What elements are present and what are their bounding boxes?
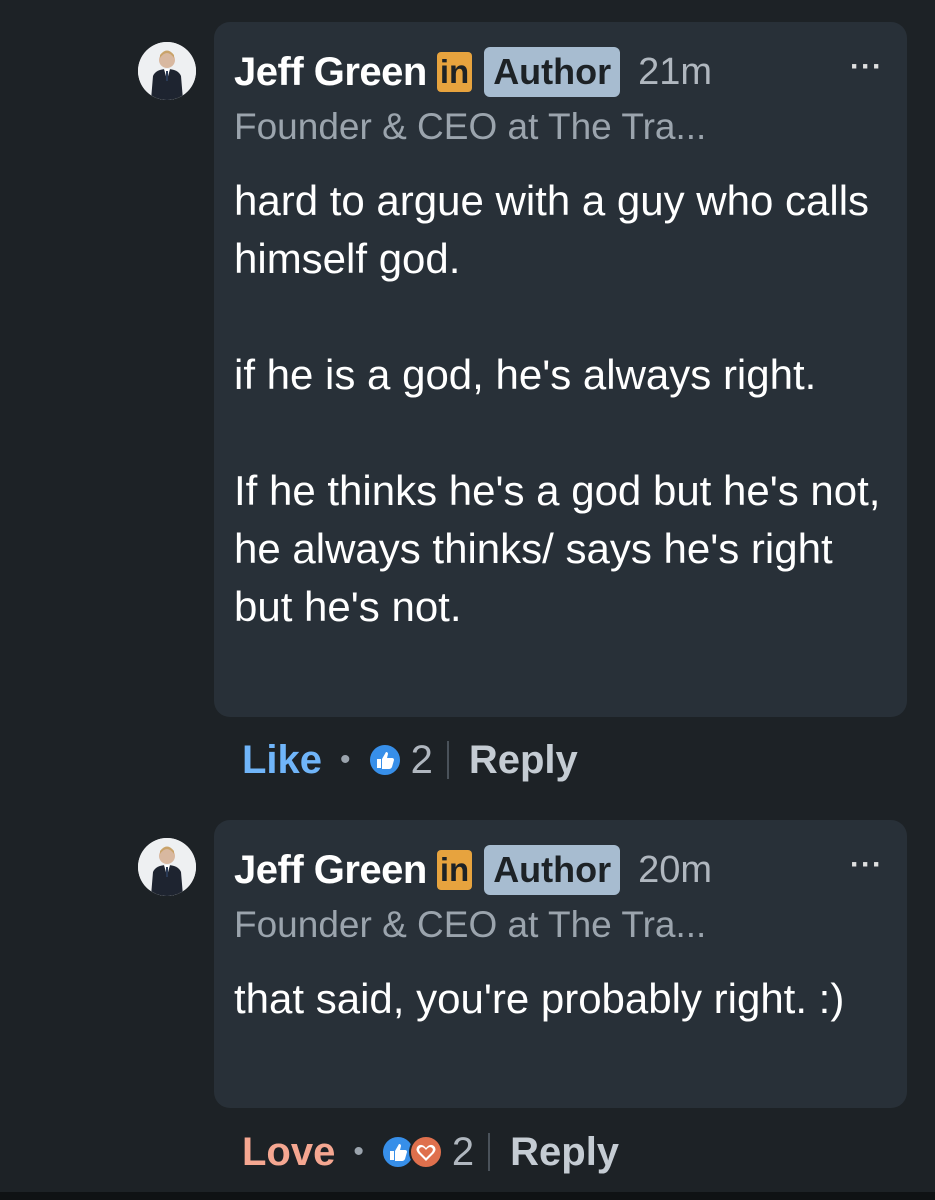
- like-button[interactable]: Like: [242, 738, 322, 783]
- like-icon: [367, 743, 402, 777]
- love-icon: [408, 1135, 443, 1169]
- comment-actions: Like • 2 Reply: [242, 730, 578, 790]
- comment-time: 20m: [638, 848, 713, 891]
- reply-button[interactable]: Reply: [469, 738, 578, 783]
- author-name[interactable]: Jeff Green: [234, 50, 427, 95]
- author-badge: Author: [484, 845, 621, 895]
- author-headline: Founder & CEO at The Tra...: [234, 106, 707, 147]
- reactions-summary[interactable]: [380, 1134, 444, 1170]
- comment-header: Jeff Green in Author 20m: [234, 842, 712, 898]
- comment-time: 21m: [638, 50, 713, 93]
- comment-text: that said, you're probably right. :): [234, 975, 845, 1022]
- more-options-icon[interactable]: ···: [850, 50, 883, 84]
- comment-bubble: Jeff Green in Author 20m ··· Founder & C…: [214, 820, 907, 1108]
- author-name[interactable]: Jeff Green: [234, 848, 427, 893]
- more-options-icon[interactable]: ···: [850, 848, 883, 882]
- author-headline: Founder & CEO at The Tra...: [234, 904, 707, 945]
- reaction-count[interactable]: 2: [452, 1130, 474, 1175]
- comment-bubble: Jeff Green in Author 21m ··· Founder & C…: [214, 22, 907, 717]
- comment-text: hard to argue with a guy who calls himse…: [234, 177, 881, 630]
- avatar[interactable]: [138, 838, 196, 896]
- linkedin-badge-icon: in: [436, 52, 473, 92]
- divider: [488, 1133, 491, 1171]
- separator-dot: •: [340, 743, 351, 776]
- linkedin-badge-icon: in: [436, 850, 473, 890]
- comment-actions: Love • 2 Reply: [242, 1122, 619, 1182]
- comment-header: Jeff Green in Author 21m: [234, 44, 712, 100]
- reactions-summary[interactable]: [367, 742, 403, 778]
- bottom-divider: [0, 1192, 935, 1200]
- reaction-count[interactable]: 2: [411, 738, 433, 783]
- love-button[interactable]: Love: [242, 1130, 335, 1175]
- avatar[interactable]: [138, 42, 196, 100]
- reply-button[interactable]: Reply: [510, 1130, 619, 1175]
- divider: [446, 741, 449, 779]
- author-badge: Author: [484, 47, 621, 97]
- separator-dot: •: [353, 1135, 364, 1168]
